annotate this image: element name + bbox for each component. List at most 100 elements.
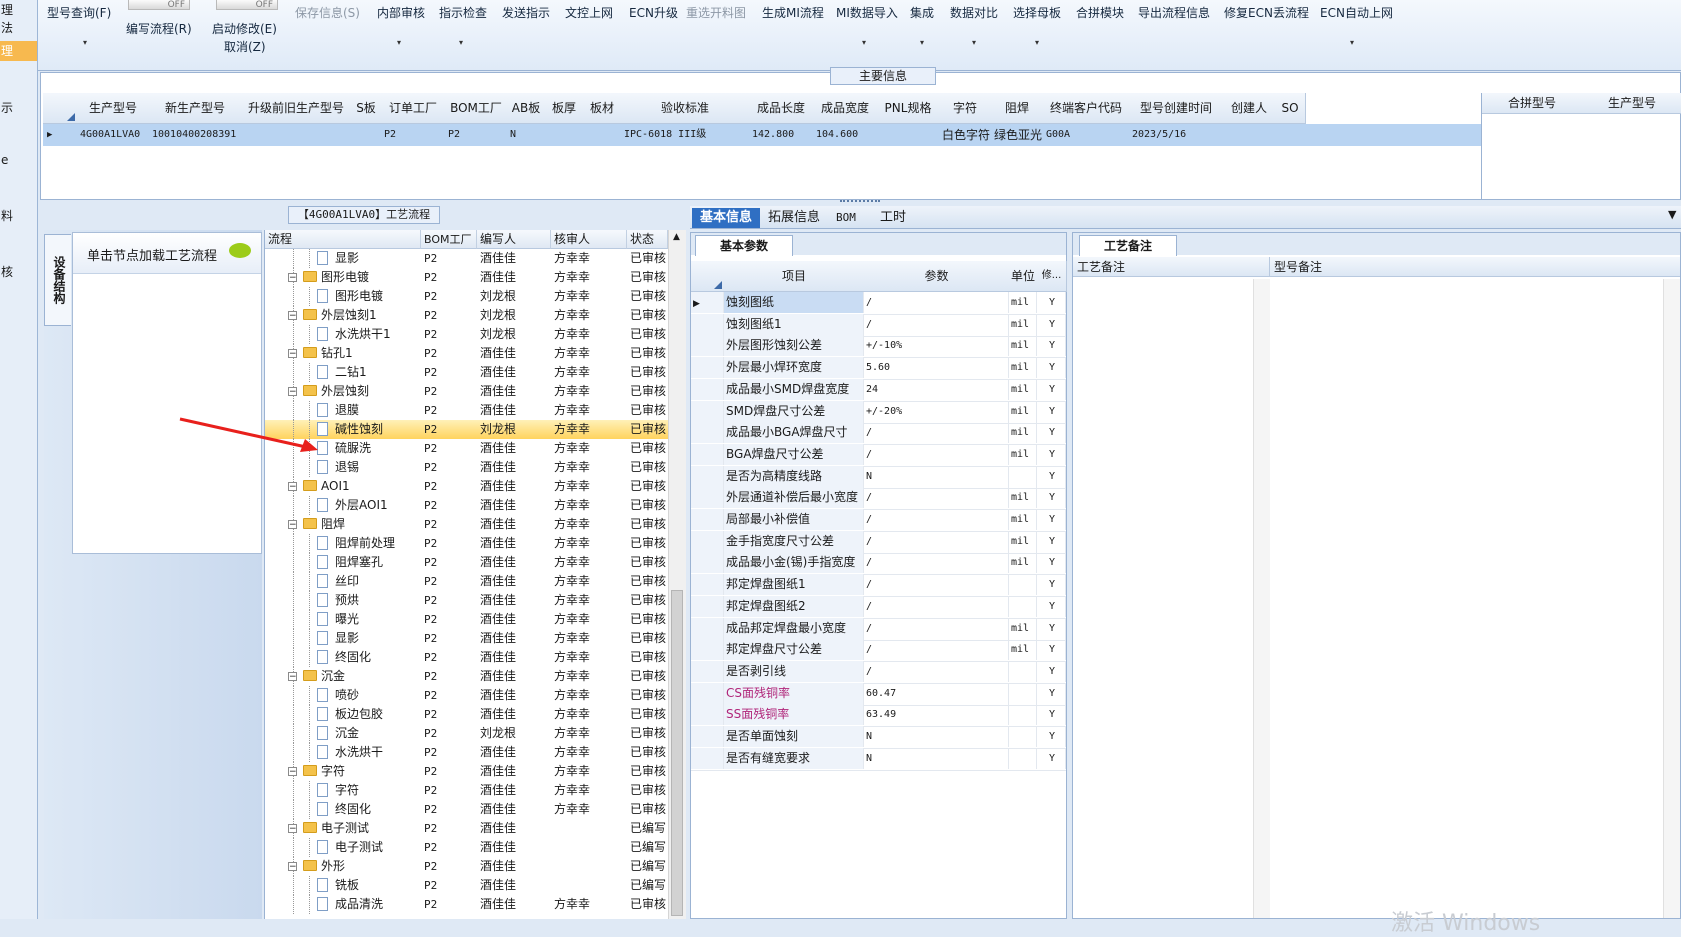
- basic-param-row[interactable]: 邦定焊盘图纸1/ Y: [691, 574, 1066, 598]
- basic-param-row[interactable]: 邦定焊盘图纸2/ Y: [691, 595, 1066, 619]
- basic-param-row[interactable]: CS面残铜率 60.47 Y: [691, 682, 1066, 706]
- collapse-icon[interactable]: −: [288, 387, 297, 397]
- process-tree-row[interactable]: − 字符 P2 酒佳佳 方幸幸 已审核: [265, 762, 668, 781]
- basic-param-cell[interactable]: N: [864, 747, 1009, 769]
- row-selector[interactable]: [691, 552, 724, 574]
- row-selector[interactable]: [691, 335, 724, 357]
- row-selector[interactable]: [691, 443, 724, 465]
- process-tree-row[interactable]: − AOI1 P2 酒佳佳 方幸幸 已审核: [265, 477, 668, 496]
- integrate-button[interactable]: 集成 ▾: [910, 4, 934, 47]
- basic-header-param[interactable]: 参数: [864, 261, 1010, 292]
- col-header-bom[interactable]: BOM工厂: [421, 230, 477, 249]
- process-tree-row[interactable]: 图形电镀 P2 刘龙根 方幸幸 已审核: [265, 287, 668, 306]
- col-header-flow[interactable]: 流程: [265, 230, 421, 249]
- process-tree-row[interactable]: 显影 P2 酒佳佳 方幸幸 已审核: [265, 629, 668, 648]
- main-col-header[interactable]: S板: [351, 93, 382, 124]
- process-tree-row[interactable]: − 阻焊 P2 酒佳佳 方幸幸 已审核: [265, 515, 668, 534]
- basic-param-row[interactable]: 是否为高精度线路 N Y: [691, 465, 1066, 489]
- row-selector[interactable]: [691, 726, 724, 747]
- basic-param-row[interactable]: BGA焊盘尺寸公差 / mil Y: [691, 443, 1066, 467]
- process-tree-row[interactable]: 喷砂 P2 酒佳佳 方幸幸 已审核: [265, 686, 668, 705]
- collapse-icon[interactable]: −: [288, 672, 297, 682]
- col-header-status[interactable]: 状态: [627, 230, 668, 249]
- basic-param-row[interactable]: SS面残铜率 63.49 Y: [691, 704, 1066, 728]
- basic-param-cell[interactable]: 60.47: [864, 682, 1009, 704]
- main-col-header[interactable]: 板材: [583, 93, 622, 124]
- chevron-down-icon[interactable]: ▾: [83, 38, 87, 47]
- chevron-down-icon[interactable]: ▾: [972, 38, 976, 47]
- main-col-header[interactable]: 升级前旧生产型号: [241, 93, 352, 124]
- basic-header-modify[interactable]: 修...: [1037, 261, 1067, 292]
- basic-param-cell[interactable]: N: [864, 465, 1009, 487]
- chevron-down-icon[interactable]: ▾: [459, 38, 463, 47]
- row-selector[interactable]: [691, 465, 724, 487]
- main-col-header[interactable]: 验收标准: [621, 93, 750, 124]
- row-selector[interactable]: [691, 682, 724, 704]
- collapse-icon[interactable]: −: [288, 311, 297, 321]
- basic-param-row[interactable]: 是否剥引线 / Y: [691, 660, 1066, 684]
- process-tree-row[interactable]: 电子测试 P2 酒佳佳 已编写: [265, 838, 668, 857]
- main-col-header[interactable]: 订单工厂: [381, 93, 446, 124]
- collapse-icon[interactable]: −: [288, 824, 297, 834]
- side-header-model[interactable]: 生产型号: [1582, 93, 1681, 114]
- basic-param-cell[interactable]: /: [864, 422, 1009, 444]
- basic-param-row[interactable]: 外层图形蚀刻公差 +/-10% mil Y: [691, 335, 1066, 359]
- ecn-upgrade-button[interactable]: ECN升级: [629, 4, 678, 21]
- row-selector[interactable]: [691, 487, 724, 509]
- collapse-icon[interactable]: −: [288, 767, 297, 777]
- basic-header-unit[interactable]: 单位: [1009, 261, 1038, 292]
- process-tree-row[interactable]: 字符 P2 酒佳佳 方幸幸 已审核: [265, 781, 668, 800]
- row-selector[interactable]: [691, 660, 724, 682]
- left-nav-item-active[interactable]: 理: [0, 41, 37, 61]
- basic-params-caption[interactable]: 基本参数: [695, 235, 793, 256]
- data-compare-button[interactable]: 数据对比 ▾: [950, 4, 998, 47]
- basic-param-row[interactable]: 外层最小焊环宽度 5.60 mil Y: [691, 357, 1066, 381]
- process-tree-row[interactable]: 铣板 P2 酒佳佳 已编写: [265, 876, 668, 895]
- scroll-up-icon[interactable]: ▲: [673, 232, 680, 242]
- main-col-header[interactable]: 成品宽度: [813, 93, 878, 124]
- process-tree-row[interactable]: − 钻孔1 P2 酒佳佳 方幸幸 已审核: [265, 344, 668, 363]
- save-info-button[interactable]: 保存信息(S): [295, 4, 360, 21]
- main-col-header[interactable]: 创建人: [1223, 93, 1276, 124]
- process-tree-row[interactable]: 终固化 P2 酒佳佳 方幸幸 已审核: [265, 648, 668, 667]
- tab-basic-info[interactable]: 基本信息: [692, 208, 761, 228]
- basic-param-cell[interactable]: /: [864, 530, 1009, 552]
- model-notes-scrollbar[interactable]: [1663, 279, 1680, 918]
- edit-flow-toggle[interactable]: OFF: [128, 0, 190, 10]
- ecn-auto-button[interactable]: ECN自动上网 ▾: [1320, 4, 1393, 47]
- process-tree-row[interactable]: 水洗烘干1 P2 刘龙根 方幸幸 已审核: [265, 325, 668, 344]
- basic-param-cell[interactable]: 24: [864, 378, 1009, 400]
- process-tree-row[interactable]: − 图形电镀 P2 酒佳佳 方幸幸 已审核: [265, 268, 668, 287]
- row-selector[interactable]: [691, 704, 724, 726]
- basic-param-row[interactable]: 是否有缝宽要求 N Y: [691, 747, 1066, 771]
- chevron-down-icon[interactable]: ▾: [862, 38, 866, 47]
- process-tree-row[interactable]: 终固化 P2 酒佳佳 方幸幸 已审核: [265, 800, 668, 819]
- process-tree-row[interactable]: − 外层蚀刻 P2 酒佳佳 方幸幸 已审核: [265, 382, 668, 401]
- process-tree-row[interactable]: − 沉金 P2 酒佳佳 方幸幸 已审核: [265, 667, 668, 686]
- basic-param-row[interactable]: 金手指宽度尺寸公差 / mil Y: [691, 530, 1066, 554]
- row-selector[interactable]: [691, 378, 724, 400]
- select-mother-button[interactable]: 选择母板 ▾: [1013, 4, 1061, 47]
- row-selector[interactable]: [691, 509, 724, 530]
- basic-header-item[interactable]: 项目: [724, 261, 865, 292]
- export-flow-button[interactable]: 导出流程信息: [1138, 4, 1210, 21]
- scrollbar-thumb[interactable]: [671, 590, 683, 916]
- chevron-down-icon[interactable]: ▾: [1035, 38, 1039, 47]
- process-tree-row[interactable]: 显影 P2 酒佳佳 方幸幸 已审核: [265, 249, 668, 268]
- row-selector[interactable]: [691, 400, 724, 422]
- basic-param-row[interactable]: 成品最小SMD焊盘宽度 24 mil Y: [691, 378, 1066, 402]
- basic-param-cell[interactable]: N: [864, 726, 1009, 747]
- chevron-down-icon[interactable]: ▾: [1350, 38, 1354, 47]
- process-tree-row[interactable]: − 电子测试 P2 酒佳佳 已编写: [265, 819, 668, 838]
- reselect-chart-button[interactable]: 重选开料图: [686, 4, 746, 21]
- basic-param-cell[interactable]: 5.60: [864, 357, 1009, 379]
- main-col-header[interactable]: BOM工厂: [445, 93, 508, 124]
- basic-param-row[interactable]: 成品最小金(锡)手指宽度 / mil Y: [691, 552, 1066, 576]
- row-selector-header[interactable]: [43, 93, 78, 124]
- process-tree-row[interactable]: − 外层蚀刻1 P2 刘龙根 方幸幸 已审核: [265, 306, 668, 325]
- scrollbar[interactable]: ▲: [668, 230, 686, 919]
- tab-extended-info[interactable]: 拓展信息: [760, 208, 828, 228]
- basic-param-cell[interactable]: /: [864, 595, 1009, 617]
- basic-param-cell[interactable]: /: [864, 574, 1009, 596]
- basic-param-cell[interactable]: /: [864, 617, 1009, 639]
